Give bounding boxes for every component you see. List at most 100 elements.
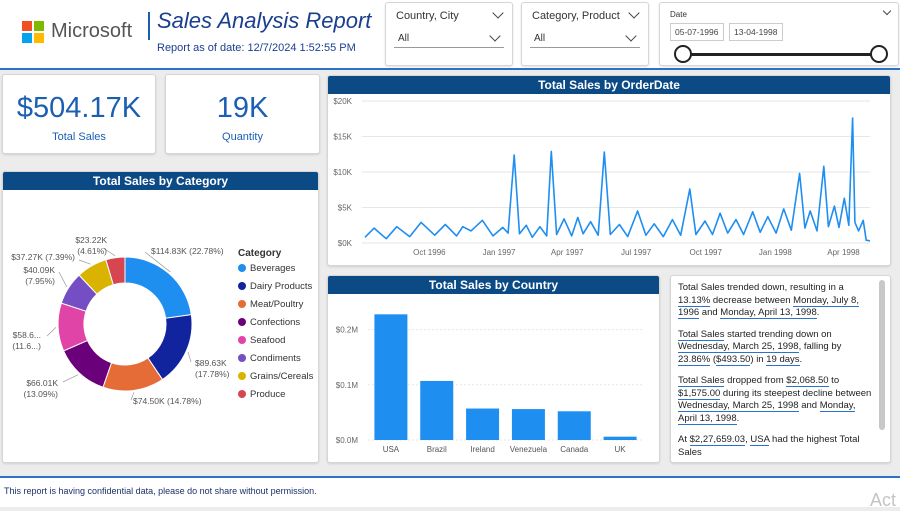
activation-watermark: Act xyxy=(870,490,897,510)
y-tick-label: $0.2M xyxy=(336,326,359,335)
x-tick-label: Oct 1997 xyxy=(689,248,722,257)
bar-brazil[interactable] xyxy=(420,380,454,440)
category-product-dropdown[interactable]: All xyxy=(530,27,640,48)
legend-item-grains-cereals[interactable]: Grains/Cereals xyxy=(238,371,313,382)
quantity-label: Quantity xyxy=(222,131,263,143)
bar-canada[interactable] xyxy=(557,411,591,440)
orderdate-chart-title: Total Sales by OrderDate xyxy=(328,76,890,94)
legend-item-seafood[interactable]: Seafood xyxy=(238,335,285,346)
legend-label: Confections xyxy=(250,317,301,328)
donut-data-label: $40.09K xyxy=(23,265,55,275)
legend-item-meat-poultry[interactable]: Meat/Poultry xyxy=(238,299,303,310)
legend-dot xyxy=(238,372,246,380)
date-end-input[interactable]: 13-04-1998 xyxy=(729,23,783,41)
orderdate-chart-card: Total Sales by OrderDate $0K $5K $10K $15K $… xyxy=(327,75,891,266)
x-tick-label: Venezuela xyxy=(510,445,548,454)
category-product-slicer[interactable]: Category, Product All xyxy=(521,2,649,66)
country-city-dropdown[interactable]: All xyxy=(394,27,504,48)
donut-leader-line xyxy=(187,351,192,363)
logo-text: Microsoft xyxy=(51,20,133,42)
donut-data-label: (7.95%) xyxy=(25,276,55,286)
category-product-slicer-label: Category, Product xyxy=(532,10,620,22)
country-city-slicer-label: Country, City xyxy=(396,10,459,22)
x-tick-label: Apr 1998 xyxy=(827,248,860,257)
donut-data-label: $89.63K xyxy=(195,358,227,368)
donut-data-label: $37.27K (7.39%) xyxy=(11,252,75,262)
y-tick-label: $0.0M xyxy=(336,436,359,445)
legend-item-produce[interactable]: Produce xyxy=(238,389,285,400)
date-slicer[interactable]: Date 05-07-1996 13-04-1998 xyxy=(659,2,899,66)
donut-data-label: (13.09%) xyxy=(24,389,59,399)
footer-disclaimer: This report is having confidential data,… xyxy=(4,486,317,496)
legend-item-condiments[interactable]: Condiments xyxy=(238,353,301,364)
legend-label: Beverages xyxy=(250,263,296,274)
orderdate-line-chart: $0K $5K $10K $15K $20K Oct 1996 Jan 1997 Apr 19… xyxy=(333,97,871,257)
x-tick-label: Jul 1997 xyxy=(621,248,652,257)
bar-ireland[interactable] xyxy=(466,408,500,440)
legend-dot xyxy=(238,264,246,272)
legend-label: Condiments xyxy=(250,353,301,364)
legend-dot xyxy=(238,390,246,398)
donut-data-label: (4.61%) xyxy=(77,246,107,256)
legend-item-beverages[interactable]: Beverages xyxy=(238,263,295,274)
x-tick-label: UK xyxy=(615,445,627,454)
x-tick-label: Ireland xyxy=(470,445,494,454)
y-tick-label: $15K xyxy=(333,133,352,142)
x-tick-label: Canada xyxy=(560,445,589,454)
legend-dot xyxy=(238,300,246,308)
smart-narrative-card: Total Sales trended down, resulting in a… xyxy=(670,275,891,463)
legend-label: Seafood xyxy=(250,335,286,346)
x-tick-label: USA xyxy=(383,445,400,454)
legend-label: Produce xyxy=(250,389,286,400)
title-divider xyxy=(148,12,150,40)
date-start-value: 05-07-1996 xyxy=(675,27,719,37)
legend-dot xyxy=(238,318,246,326)
legend-dot xyxy=(238,354,246,362)
chevron-down-icon[interactable] xyxy=(882,6,892,16)
x-tick-label: Jan 1998 xyxy=(759,248,792,257)
date-range-track[interactable] xyxy=(682,53,878,56)
narrative-text: Total Sales trended down, resulting in a… xyxy=(678,282,876,462)
country-bar-chart: $0.0M $0.1M $0.2M USA Brazil Ireland Venezuela… xyxy=(336,314,643,454)
category-chart-card: Total Sales by Category $114.83K (22.78%… xyxy=(2,171,319,463)
y-tick-label: $0.1M xyxy=(336,381,359,390)
narrative-paragraph: Total Sales dropped from $2,068.50 to $1… xyxy=(678,375,872,425)
report-date: Report as of date: 12/7/2024 1:52:55 PM xyxy=(157,42,356,54)
legend-dot xyxy=(238,282,246,290)
date-end-value: 13-04-1998 xyxy=(734,27,778,37)
donut-data-label: $23.22K xyxy=(75,235,107,245)
x-tick-label: Apr 1997 xyxy=(551,248,584,257)
legend-dot xyxy=(238,336,246,344)
date-range-end-handle[interactable] xyxy=(870,45,888,63)
date-range-start-handle[interactable] xyxy=(674,45,692,63)
legend-item-confections[interactable]: Confections xyxy=(238,317,300,328)
country-city-slicer[interactable]: Country, City All xyxy=(385,2,513,66)
legend-label: Grains/Cereals xyxy=(250,371,314,382)
donut-data-label: $66.01K xyxy=(26,378,58,388)
bar-venezuela[interactable] xyxy=(511,409,545,440)
chevron-down-icon[interactable] xyxy=(492,7,504,19)
page-title: Sales Analysis Report xyxy=(157,8,372,33)
narrative-paragraph: Total Sales trended down, resulting in a… xyxy=(678,282,859,319)
chevron-down-icon xyxy=(625,30,637,42)
legend-label: Dairy Products xyxy=(250,281,313,292)
legend-item-dairy-products[interactable]: Dairy Products xyxy=(238,281,312,292)
donut-data-label: $74.50K (14.78%) xyxy=(133,396,202,406)
chevron-down-icon xyxy=(489,30,501,42)
y-tick-label: $0K xyxy=(338,239,353,248)
donut-leader-line xyxy=(78,259,91,265)
donut-leader-line xyxy=(46,327,57,337)
x-tick-label: Jan 1997 xyxy=(483,248,516,257)
bar-usa[interactable] xyxy=(374,314,408,440)
total-sales-card: $504.17K Total Sales xyxy=(2,74,156,154)
quantity-card: 19K Quantity xyxy=(165,74,320,154)
narrative-scrollbar[interactable] xyxy=(879,280,885,430)
donut-leader-line xyxy=(62,374,79,383)
date-start-input[interactable]: 05-07-1996 xyxy=(670,23,724,41)
donut-slice-beverages[interactable] xyxy=(124,256,192,319)
chevron-down-icon[interactable] xyxy=(628,7,640,19)
country-chart-card: Total Sales by Country $0.0M $0.1M $0.2M US… xyxy=(327,275,660,463)
donut-data-label: (17.78%) xyxy=(195,369,230,379)
bar-uk[interactable] xyxy=(603,436,637,440)
y-tick-label: $20K xyxy=(333,97,352,106)
